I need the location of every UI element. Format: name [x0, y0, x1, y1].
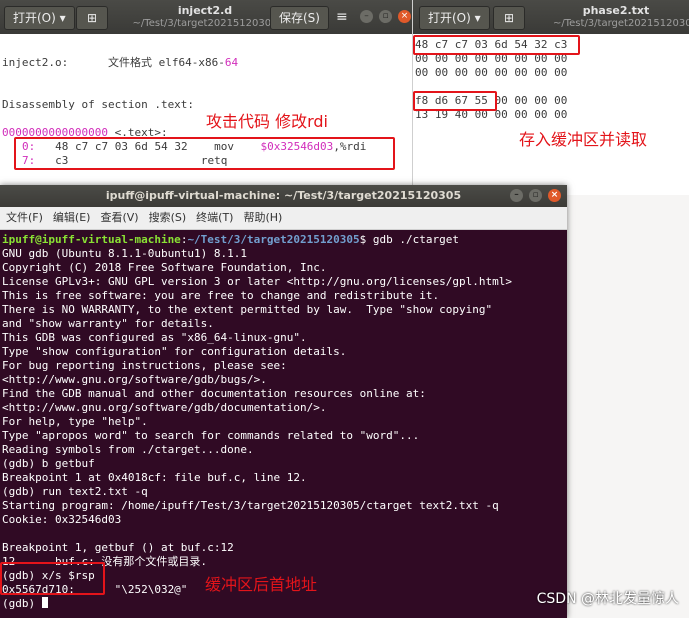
- new-tab-icon[interactable]: ⊞: [76, 6, 108, 30]
- output-line: Type "apropos word" to search for comman…: [2, 429, 420, 442]
- minimize-icon[interactable]: –: [510, 189, 523, 202]
- document-title: phase2.txt ~/Test/3/target20215120305: [553, 4, 689, 29]
- phase2-editor-window: 打开(O) ▾ ⊞ phase2.txt ~/Test/3/target2021…: [413, 0, 689, 195]
- window-controls: – ▫ ×: [360, 10, 411, 23]
- new-tab-icon[interactable]: ⊞: [493, 6, 525, 30]
- output-line: Find the GDB manual and other documentat…: [2, 387, 426, 400]
- open-button[interactable]: 打开(O) ▾: [419, 6, 490, 30]
- terminal-titlebar: ipuff@ipuff-virtual-machine: ~/Test/3/ta…: [0, 185, 567, 207]
- menu-view[interactable]: 查看(V): [100, 207, 138, 229]
- output-line: Type "show configuration" for configurat…: [2, 345, 347, 358]
- terminal-cursor: [41, 597, 48, 608]
- output-line: <http://www.gnu.org/software/gdb/documen…: [2, 401, 327, 414]
- editor-titlebar: 打开(O) ▾ ⊞ phase2.txt ~/Test/3/target2021…: [413, 0, 689, 34]
- output-line: Breakpoint 1, getbuf () at buf.c:12: [2, 541, 234, 554]
- terminal-window: ipuff@ipuff-virtual-machine: ~/Test/3/ta…: [0, 185, 567, 618]
- terminal-menubar: 文件(F) 编辑(E) 查看(V) 搜索(S) 终端(T) 帮助(H): [0, 207, 567, 230]
- address-bytes-highlight: [413, 91, 497, 111]
- attack-code-annotation: 攻击代码 修改rdi: [206, 112, 328, 131]
- file-format-line: inject2.o: 文件格式 elf64-x86-64: [2, 56, 239, 69]
- menu-search[interactable]: 搜索(S): [149, 207, 187, 229]
- hex-line: 00 00 00 00 00 00 00 00: [415, 66, 568, 79]
- menu-file[interactable]: 文件(F): [6, 207, 43, 229]
- hamburger-menu-icon[interactable]: ≡: [328, 6, 356, 28]
- output-line: Cookie: 0x32546d03: [2, 513, 122, 526]
- gdb-prompt-line: (gdb): [2, 597, 48, 611]
- menu-edit[interactable]: 编辑(E): [53, 207, 91, 229]
- output-line: Reading symbols from ./ctarget...done.: [2, 443, 254, 456]
- maximize-icon[interactable]: ▫: [529, 189, 542, 202]
- code-bytes-highlight: [413, 35, 580, 55]
- document-title: inject2.d ~/Test/3/target20215120305: [132, 4, 278, 29]
- output-line: Copyright (C) 2018 Free Software Foundat…: [2, 261, 327, 274]
- close-icon[interactable]: ×: [398, 10, 411, 23]
- output-line: (gdb) b getbuf: [2, 457, 95, 470]
- output-line: This GDB was configured as "x86_64-linux…: [2, 331, 307, 344]
- output-line: License GPLv3+: GNU GPL version 3 or lat…: [2, 275, 512, 288]
- editor-text-area[interactable]: 48 c7 c7 03 6d 54 32 c3 00 00 00 00 00 0…: [413, 34, 689, 195]
- rsp-address-highlight: [0, 562, 105, 595]
- attack-code-highlight: [14, 137, 395, 170]
- save-button[interactable]: 保存(S): [270, 6, 329, 30]
- buffer-annotation: 存入缓冲区并读取: [519, 130, 648, 149]
- prompt-line: ipuff@ipuff-virtual-machine:~/Test/3/tar…: [2, 233, 459, 246]
- output-line: GNU gdb (Ubuntu 8.1.1-0ubuntu1) 8.1.1: [2, 247, 248, 260]
- chevron-down-icon: ▾: [59, 11, 66, 25]
- maximize-icon[interactable]: ▫: [379, 10, 392, 23]
- watermark: CSDN @林北发量惊人: [536, 591, 679, 607]
- inject2-editor-window: 打开(O) ▾ ⊞ inject2.d ~/Test/3/target20215…: [0, 0, 413, 195]
- terminal-output[interactable]: ipuff@ipuff-virtual-machine:~/Test/3/tar…: [2, 231, 567, 618]
- output-line: This is free software: you are free to c…: [2, 289, 440, 302]
- output-line: For bug reporting instructions, please s…: [2, 359, 287, 372]
- output-line: There is NO WARRANTY, to the extent perm…: [2, 303, 493, 316]
- menu-help[interactable]: 帮助(H): [243, 207, 282, 229]
- editor-titlebar: 打开(O) ▾ ⊞ inject2.d ~/Test/3/target20215…: [0, 0, 412, 34]
- output-line: (gdb) run text2.txt -q: [2, 485, 148, 498]
- rsp-annotation: 缓冲区后首地址: [205, 575, 318, 594]
- minimize-icon[interactable]: –: [360, 10, 373, 23]
- output-line: Starting program: /home/ipuff/Test/3/tar…: [2, 499, 499, 512]
- window-controls: – ▫ ×: [510, 189, 561, 202]
- close-icon[interactable]: ×: [548, 189, 561, 202]
- menu-terminal[interactable]: 终端(T): [196, 207, 233, 229]
- chevron-down-icon: ▾: [474, 11, 481, 25]
- output-line: For help, type "help".: [2, 415, 148, 428]
- output-line: Breakpoint 1 at 0x4018cf: file buf.c, li…: [2, 471, 307, 484]
- output-line: and "show warranty" for details.: [2, 317, 214, 330]
- disassembly-header: Disassembly of section .text:: [2, 98, 195, 111]
- open-button[interactable]: 打开(O) ▾: [4, 6, 75, 30]
- output-line: <http://www.gnu.org/software/gdb/bugs/>.: [2, 373, 267, 386]
